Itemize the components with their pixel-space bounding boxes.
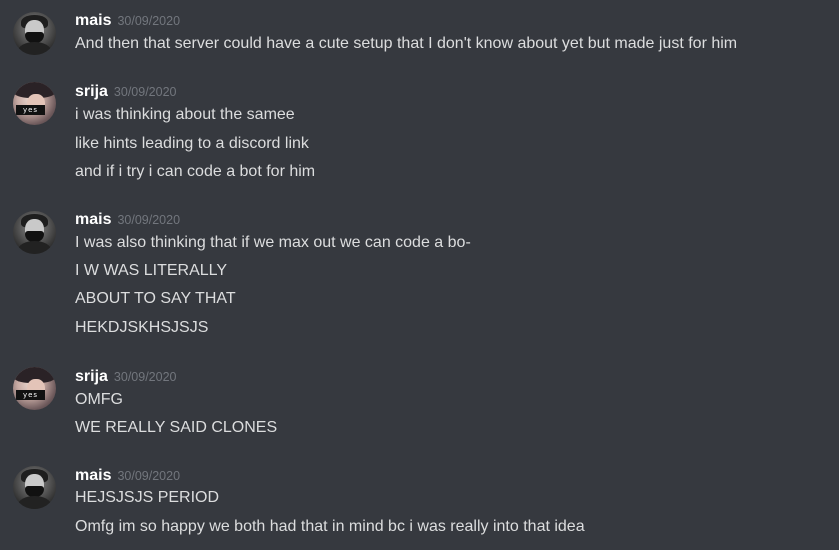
timestamp: 30/09/2020: [113, 85, 177, 99]
username[interactable]: srija: [75, 83, 108, 100]
message-text: I was also thinking that if we max out w…: [75, 234, 471, 251]
message-text: WE REALLY SAID CLONES: [75, 419, 278, 436]
message-text: i was thinking about the samee: [75, 106, 295, 123]
timestamp: 30/09/2020: [117, 14, 181, 28]
avatar-badge-text: yes: [16, 390, 45, 400]
timestamp: 30/09/2020: [113, 370, 177, 384]
message-text: HEKDJSKHSJSJS: [75, 319, 209, 336]
avatar-badge-text: yes: [16, 105, 45, 115]
timestamp: 30/09/2020: [117, 213, 181, 227]
username[interactable]: srija: [75, 368, 108, 385]
message-text: OMFG: [75, 391, 123, 408]
message-text: And then that server could have a cute s…: [75, 35, 738, 52]
message-text: Omfg im so happy we both had that in min…: [75, 518, 585, 535]
avatar[interactable]: [13, 12, 56, 55]
message-text: HEJSJSJS PERIOD: [75, 489, 220, 506]
message-text: ABOUT TO SAY THAT: [75, 290, 236, 307]
avatar[interactable]: yes: [13, 82, 56, 125]
avatar[interactable]: [13, 466, 56, 509]
username[interactable]: mais: [75, 211, 111, 228]
username[interactable]: mais: [75, 467, 111, 484]
message-text: like hints leading to a discord link: [75, 135, 309, 152]
timestamp: 30/09/2020: [117, 469, 181, 483]
username[interactable]: mais: [75, 12, 111, 29]
message-text: and if i try i can code a bot for him: [75, 163, 316, 180]
message-text: I W WAS LITERALLY: [75, 262, 228, 279]
avatar[interactable]: [13, 211, 56, 254]
avatar[interactable]: yes: [13, 367, 56, 410]
